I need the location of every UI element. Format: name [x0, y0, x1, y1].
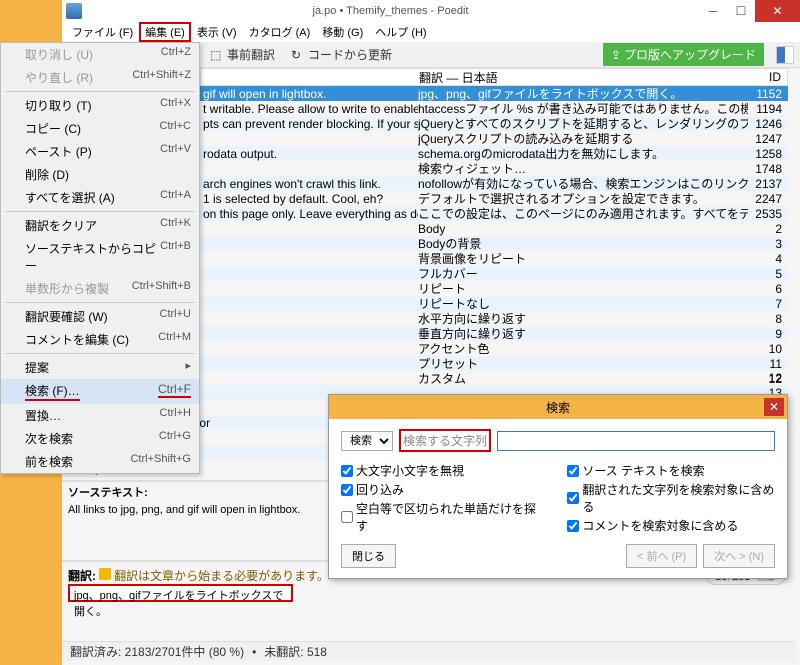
menu-help[interactable]: ヘルプ (H)	[369, 22, 432, 42]
menu-item[interactable]: 単数形から複製Ctrl+Shift+B	[1, 277, 199, 300]
table-row[interactable]: 検索ウィジェット…1748	[200, 161, 788, 176]
dialog-close-button[interactable]: ✕	[764, 398, 784, 416]
menu-item[interactable]: 切り取り (T)Ctrl+X	[1, 94, 199, 117]
menu-catalog[interactable]: カタログ (A)	[243, 22, 317, 42]
check-search-source[interactable]: ソース テキストを検索	[567, 462, 775, 479]
table-row[interactable]: 水平方向に繰り返す8	[200, 311, 788, 326]
upgrade-button[interactable]: ⇪プロ版へアップグレード	[603, 43, 764, 66]
menu-item[interactable]: やり直し (R)Ctrl+Shift+Z	[1, 66, 199, 89]
menu-item[interactable]: コピー (C)Ctrl+C	[1, 117, 199, 140]
check-ignore-case[interactable]: 大文字小文字を無視	[341, 462, 537, 479]
menu-item[interactable]: 次を検索Ctrl+G	[1, 427, 199, 450]
check-whole-words[interactable]: 空白等で区切られた単語だけを探す	[341, 500, 537, 534]
table-row[interactable]: Bodyの背景3	[200, 236, 788, 251]
menu-item[interactable]: 提案▸	[1, 356, 199, 379]
minimize-button[interactable]: ─	[699, 0, 727, 22]
col-translation: 翻訳 — 日本語	[419, 69, 498, 86]
close-button[interactable]: ✕	[755, 0, 800, 22]
menu-item[interactable]: 取り消し (U)Ctrl+Z	[1, 43, 199, 66]
table-row[interactable]: gif will open in lightbox.jpg、png、gifファイ…	[200, 86, 788, 101]
warning-icon	[99, 568, 111, 580]
check-search-translated[interactable]: 翻訳された文字列を検索対象に含める	[567, 481, 775, 515]
status-translated: 翻訳済み: 2183/2701件中 (80 %)	[70, 643, 244, 660]
table-row[interactable]: 垂直方向に繰り返す9	[200, 326, 788, 341]
refresh-icon: ↻	[291, 48, 305, 62]
pretranslate-icon: ⬚	[210, 48, 224, 62]
app-icon	[66, 3, 82, 19]
table-row[interactable]: jQueryスクリプトの読み込みを延期する1247	[200, 131, 788, 146]
table-row[interactable]: 1 is selected by default. Cool, eh?デフォルト…	[200, 191, 788, 206]
menu-item[interactable]: ソーステキストからコピーCtrl+B	[1, 237, 199, 277]
window-title: ja.po • Themify_themes - Poedit	[82, 5, 699, 17]
menu-go[interactable]: 移動 (G)	[316, 22, 369, 42]
menu-edit[interactable]: 編集 (E)	[139, 22, 191, 42]
menu-item[interactable]: 翻訳要確認 (W)Ctrl+U	[1, 305, 199, 328]
table-row[interactable]: プリセット11	[200, 356, 788, 371]
table-row[interactable]: rodata output.schema.orgのmicrodata出力を無効に…	[200, 146, 788, 161]
menu-item[interactable]: 削除 (D)	[1, 163, 199, 186]
menu-item[interactable]: 翻訳をクリアCtrl+K	[1, 214, 199, 237]
table-row[interactable]: on this page only. Leave everything as d…	[200, 206, 788, 221]
search-dialog: 検索 ✕ 検索 検索する文字列 大文字小文字を無視 回り込み 空白等で区切られた…	[328, 394, 788, 579]
search-input[interactable]	[497, 431, 775, 451]
translation-label: 翻訳: 翻訳は文章から始まる必要があります。	[68, 567, 329, 584]
translation-warning: 翻訳は文章から始まる必要があります。	[114, 569, 329, 583]
menu-item[interactable]: ペースト (P)Ctrl+V	[1, 140, 199, 163]
translation-input[interactable]: jpg、png、gifファイルをライトボックスで開く。	[68, 584, 293, 602]
check-search-comments[interactable]: コメントを検索対象に含める	[567, 517, 775, 534]
sidebar-toggle[interactable]	[776, 46, 794, 64]
status-untranslated: 未翻訳: 518	[264, 643, 327, 660]
menu-item[interactable]: コメントを編集 (C)Ctrl+M	[1, 328, 199, 351]
source-label: ソーステキスト:	[68, 484, 148, 500]
table-row[interactable]: リピート6	[200, 281, 788, 296]
menubar: ファイル (F) 編集 (E) 表示 (V) カタログ (A) 移動 (G) ヘ…	[62, 22, 800, 42]
tool-pretrans[interactable]: ⬚事前翻訳	[206, 44, 279, 65]
menu-file[interactable]: ファイル (F)	[66, 22, 139, 42]
maximize-button[interactable]: ☐	[727, 0, 755, 22]
list-header: 翻訳 — 日本語 ID	[200, 68, 788, 86]
table-row[interactable]: 背景画像をリピート4	[200, 251, 788, 266]
menu-item[interactable]: すべてを選択 (A)Ctrl+A	[1, 186, 199, 209]
find-prev-button[interactable]: < 前へ (P)	[626, 544, 697, 568]
search-mode-select[interactable]: 検索	[341, 431, 393, 451]
table-row[interactable]: アクセント色10	[200, 341, 788, 356]
menu-item[interactable]: 前を検索Ctrl+Shift+G	[1, 450, 199, 473]
dialog-titlebar: 検索 ✕	[329, 395, 787, 419]
tool-update[interactable]: ↻コードから更新	[287, 44, 396, 65]
menu-item[interactable]: 置換…Ctrl+H	[1, 404, 199, 427]
upgrade-icon: ⇪	[611, 48, 621, 62]
table-row[interactable]: t writable. Please allow to write to ena…	[200, 101, 788, 116]
check-wrap[interactable]: 回り込み	[341, 481, 537, 498]
titlebar: ja.po • Themify_themes - Poedit ─ ☐ ✕	[62, 0, 800, 22]
table-row[interactable]: フルカバー5	[200, 266, 788, 281]
table-row[interactable]: arch engines won't crawl this link.nofol…	[200, 176, 788, 191]
menu-item[interactable]: 検索 (F)…Ctrl+F	[1, 379, 199, 404]
translation-list[interactable]: gif will open in lightbox.jpg、png、gifファイ…	[200, 86, 788, 386]
table-row[interactable]: pts can prevent render blocking. If your…	[200, 116, 788, 131]
statusbar: 翻訳済み: 2183/2701件中 (80 %) • 未翻訳: 518	[62, 641, 796, 661]
table-row[interactable]: Body2	[200, 221, 788, 236]
dialog-close-btn[interactable]: 閉じる	[341, 544, 396, 568]
menu-view[interactable]: 表示 (V)	[191, 22, 243, 42]
placeholder-highlight: 検索する文字列	[399, 429, 491, 452]
col-id: ID	[769, 70, 781, 84]
table-row[interactable]: リピートなし7	[200, 296, 788, 311]
edit-menu-dropdown: 取り消し (U)Ctrl+Zやり直し (R)Ctrl+Shift+Z 切り取り (…	[0, 42, 200, 474]
find-next-button[interactable]: 次へ > (N)	[703, 544, 775, 568]
